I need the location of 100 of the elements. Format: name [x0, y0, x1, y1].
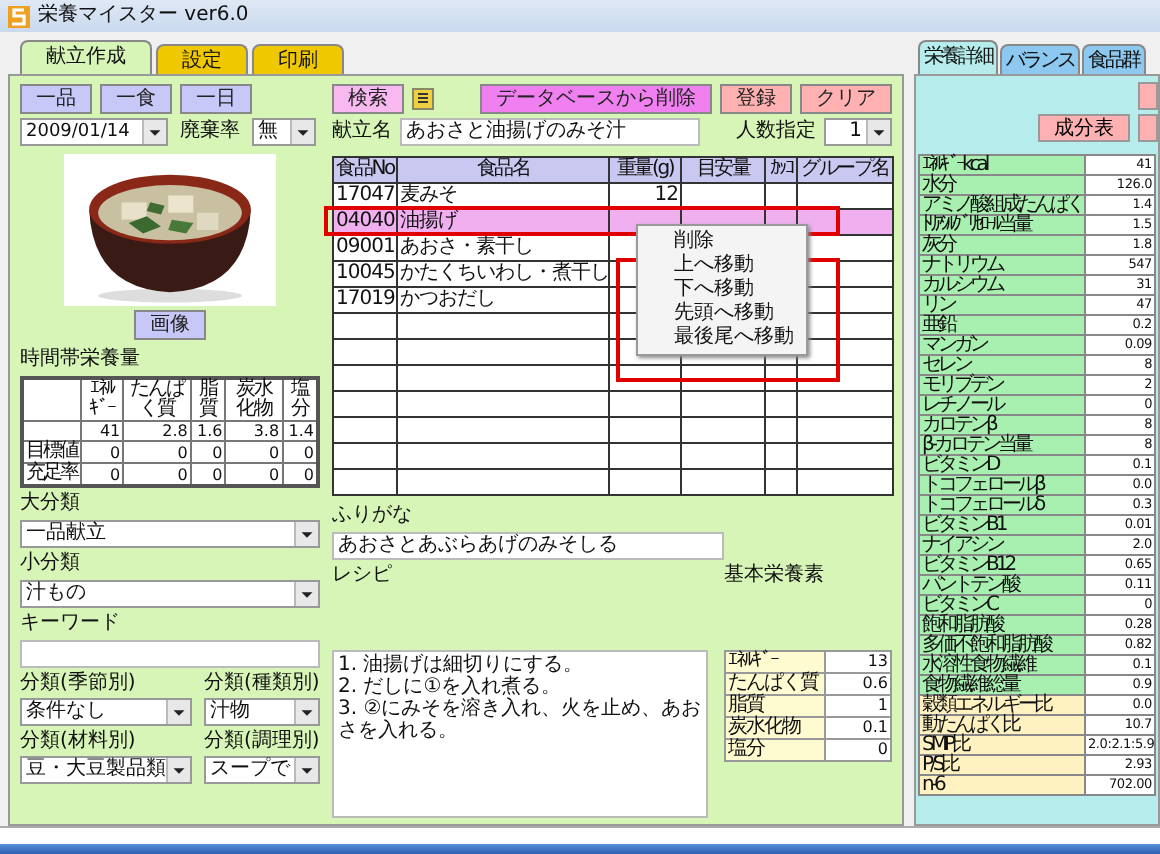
menu-item[interactable]: 最後尾へ移動 [638, 326, 806, 350]
table-cell: 0 [282, 441, 318, 463]
column-header: 塩分 [282, 378, 318, 421]
nutrient-name: カロテンβ [919, 415, 1085, 435]
category-dropdown[interactable]: 条件なし [20, 698, 192, 726]
table-cell: 41 [80, 421, 124, 441]
furigana-field[interactable]: あおさとあぶらあげのみそしる [332, 532, 724, 560]
nutrient-name: レチノール [919, 395, 1085, 415]
nutrient-name: ビタミンD [919, 455, 1085, 475]
table-cell: 13 [825, 650, 891, 672]
table-cell[interactable]: 17019 [333, 287, 397, 313]
nutrient-name: ナトリウム [919, 255, 1085, 275]
action-button[interactable]: クリア [800, 84, 892, 114]
nutrient-name: アミノ酸組成たんぱく [919, 195, 1085, 215]
row-label: 脂質 [725, 694, 825, 716]
nutrient-name: ナイアシン [919, 535, 1085, 555]
tab[interactable]: 設定 [156, 44, 248, 74]
table-cell[interactable]: あおさ・素干し [397, 235, 609, 261]
field-label: ふりがな [332, 504, 414, 528]
nutrient-name: SMP比 [919, 735, 1085, 755]
table-cell: 1.4 [282, 421, 318, 441]
column-header[interactable]: 食品名 [397, 157, 609, 183]
section-title: 時間帯栄養量 [20, 348, 142, 372]
field-label: 献立名 [332, 120, 392, 144]
column-header: ｴﾈﾙｷﾞｰ [80, 378, 124, 421]
tab[interactable]: 献立作成 [20, 40, 152, 74]
servings-dropdown[interactable]: 1 [824, 118, 892, 146]
field-label: 小分類 [20, 552, 82, 576]
image-button[interactable]: 画像 [134, 310, 206, 340]
table-cell: 0 [123, 441, 191, 463]
row-label: 充足率 [22, 463, 80, 486]
period-button[interactable]: 一食 [100, 84, 172, 114]
nutrient-name: 灰分 [919, 235, 1085, 255]
action-button[interactable]: データベースから削除 [480, 84, 712, 114]
action-button[interactable]: 登録 [720, 84, 792, 114]
field-label: キーワード [20, 612, 122, 636]
menu-name-field[interactable]: あおさと油揚げのみそ汁 [400, 118, 700, 146]
nutrient-name: モリブデン [919, 375, 1085, 395]
tab[interactable]: 栄養詳細 [918, 40, 998, 74]
menu-item[interactable]: 上へ移動 [638, 254, 806, 278]
field-label: 分類(材料別) [20, 730, 138, 754]
table-cell[interactable]: 09001 [333, 235, 397, 261]
table-cell: 2.8 [123, 421, 191, 441]
nutrient-name: カルシウム [919, 275, 1085, 295]
category-dropdown[interactable]: 一品献立 [20, 520, 320, 548]
column-header[interactable]: グループ名 [797, 157, 893, 183]
row-label: 塩分 [725, 738, 825, 760]
category-dropdown[interactable]: スープで [204, 756, 320, 784]
row-label [22, 421, 80, 441]
nutrient-name: 食物繊維総量 [919, 675, 1085, 695]
table-cell[interactable]: かたくちいわし・煮干し [397, 261, 609, 287]
tab[interactable]: 食品群 [1082, 44, 1145, 74]
nutrient-name: 多価不飽和脂肪酸 [919, 635, 1085, 655]
nutrient-name: β-カロテン当量 [919, 435, 1085, 455]
table-cell[interactable]: かつおだし [397, 287, 609, 313]
search-button[interactable]: 検索 [332, 84, 404, 114]
column-header: 脂質 [190, 378, 226, 421]
table-cell: 0 [190, 441, 226, 463]
nutrient-name: ビタミンB1 [919, 515, 1085, 535]
nutrient-name: ﾄﾘｱｼﾙｸﾞﾘｾﾛｰﾙ当量 [919, 215, 1085, 235]
nutrient-name: 動たんぱく比 [919, 715, 1085, 735]
date-dropdown[interactable]: 2009/01/14 [20, 118, 168, 146]
column-header[interactable]: 重量(g) [609, 157, 681, 183]
table-cell: 0 [225, 441, 283, 463]
nutrient-name: マンガン [919, 335, 1085, 355]
nutrient-name: 水溶性食物繊維 [919, 655, 1085, 675]
period-button[interactable]: 一品 [20, 84, 92, 114]
nutrient-name: リン [919, 295, 1085, 315]
waste-rate-dropdown[interactable]: 無 [252, 118, 316, 146]
menu-item[interactable]: 先頭へ移動 [638, 302, 806, 326]
field-label: 分類(季節別) [20, 672, 138, 696]
column-header: たんぱく質 [123, 378, 191, 421]
column-header: 炭水化物 [225, 378, 283, 421]
field-label: 分類(調理別) [204, 730, 320, 754]
component-table-button[interactable]: 成分表 [1038, 114, 1130, 142]
notepad-icon[interactable] [412, 88, 434, 110]
category-dropdown[interactable]: 汁物 [204, 698, 320, 726]
tab[interactable]: 印刷 [252, 44, 344, 74]
keyword-field[interactable] [20, 640, 320, 668]
column-header[interactable]: 目安量 [681, 157, 765, 183]
row-label: ｴﾈﾙｷﾞｰ [725, 650, 825, 672]
column-header[interactable]: ｶｯｺ [765, 157, 797, 183]
field-label: 人数指定 [736, 120, 816, 144]
category-dropdown[interactable]: 汁もの [20, 580, 320, 608]
nutrient-name: ビタミンB12 [919, 555, 1085, 575]
menu-item[interactable]: 削除 [638, 230, 806, 254]
menu-item[interactable]: 下へ移動 [638, 278, 806, 302]
table-cell: 0 [80, 441, 124, 463]
table-cell: 1.6 [190, 421, 226, 441]
nutrient-name: トコフェロールβ [919, 475, 1085, 495]
table-cell[interactable]: 10045 [333, 261, 397, 287]
recipe-field[interactable]: 1. 油揚げは細切りにする。 2. だしに①を入れ煮る。 3. ②にみそを溶き入れ、火を止め、あおさを入れる。 [332, 649, 708, 818]
column-header[interactable]: 食品No [333, 157, 397, 183]
field-label: 大分類 [20, 492, 82, 516]
category-dropdown[interactable]: 豆・大豆製品類 [20, 756, 192, 784]
nutrient-name: ｴﾈﾙｷﾞｰkcal [919, 155, 1085, 175]
period-button[interactable]: 一日 [180, 84, 252, 114]
row-label: 目標値 [22, 441, 80, 463]
tab[interactable]: バランス [1000, 44, 1080, 74]
nutrient-name: 亜鉛 [919, 315, 1085, 335]
